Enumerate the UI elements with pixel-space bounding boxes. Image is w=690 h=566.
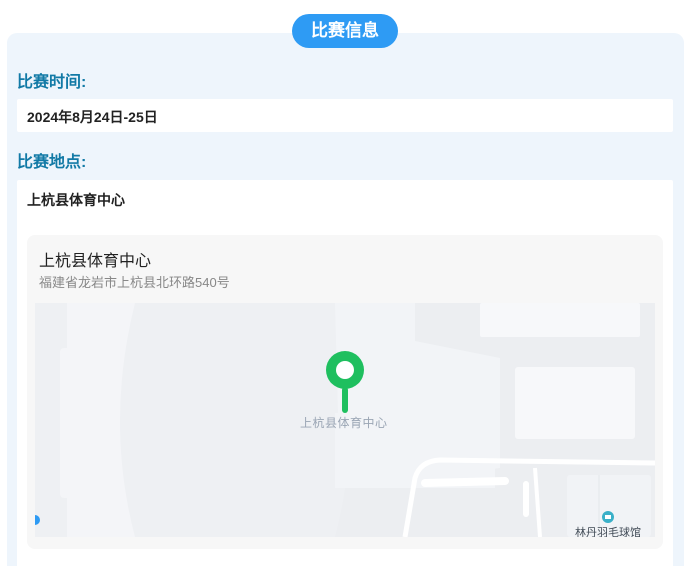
map-location-address: 福建省龙岩市上杭县北环路540号 <box>39 275 230 290</box>
match-time-value: 2024年8月24日-25日 <box>27 109 158 125</box>
map-card[interactable]: 上杭县体育中心 福建省龙岩市上杭县北环路540号 上杭县体育中心 林丹羽毛球馆 <box>27 235 663 549</box>
match-place-value: 上杭县体育中心 <box>27 192 125 208</box>
match-time-box: 2024年8月24日-25日 <box>17 99 673 132</box>
map-poi-label: 上杭县体育中心 <box>300 416 388 430</box>
map-view[interactable]: 上杭县体育中心 林丹羽毛球馆 <box>35 303 655 537</box>
map-location-title: 上杭县体育中心 <box>39 253 152 270</box>
match-place-label: 比赛地点: <box>17 154 87 171</box>
section-title-pill: 比赛信息 <box>292 14 398 48</box>
map-nearby-poi-label: 林丹羽毛球馆 <box>575 527 641 537</box>
match-time-label: 比赛时间: <box>17 74 87 91</box>
